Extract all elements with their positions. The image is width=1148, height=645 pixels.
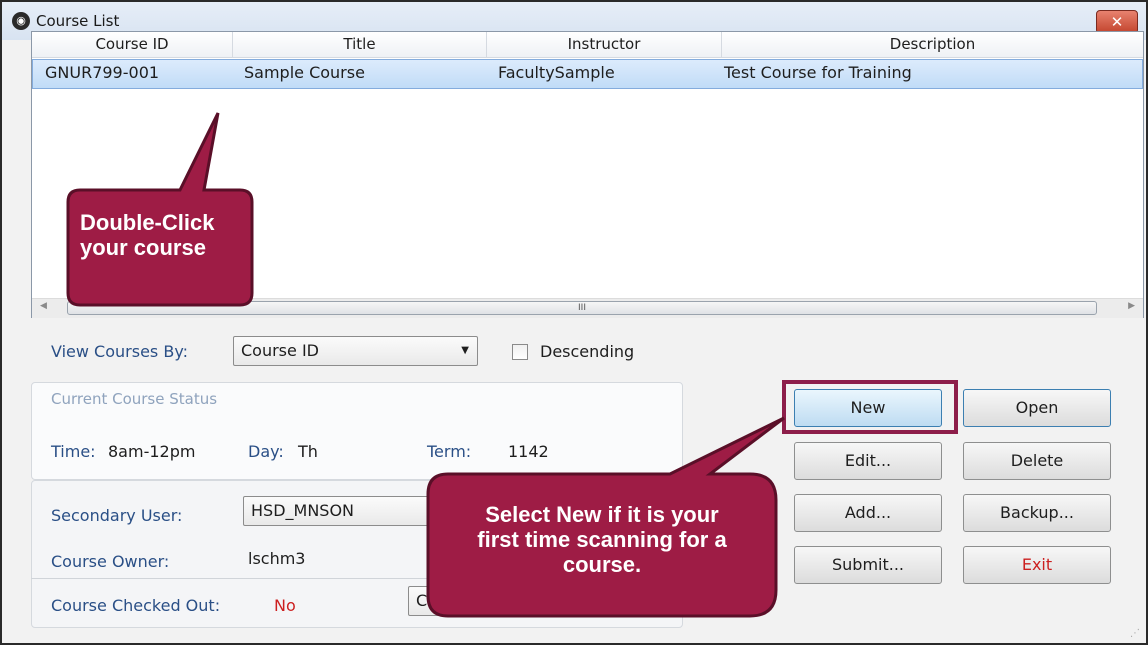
edit-button[interactable]: Edit... bbox=[794, 442, 942, 480]
day-value: Th bbox=[298, 442, 318, 461]
view-courses-by-value: Course ID bbox=[241, 341, 319, 360]
course-checked-out-value: No bbox=[274, 596, 296, 615]
backup-button[interactable]: Backup... bbox=[963, 494, 1111, 532]
cell-description: Test Course for Training bbox=[724, 63, 912, 82]
cell-title: Sample Course bbox=[244, 63, 365, 82]
double-click-callout-text: Double-Click your course bbox=[80, 210, 214, 260]
submit-button[interactable]: Submit... bbox=[794, 546, 942, 584]
cell-course-id: GNUR799-001 bbox=[45, 63, 160, 82]
current-course-status-heading: Current Course Status bbox=[51, 390, 218, 408]
scroll-left-icon[interactable]: ◀ bbox=[40, 301, 47, 311]
column-header-title[interactable]: Title bbox=[233, 32, 487, 58]
descending-label: Descending bbox=[540, 342, 635, 361]
exit-button[interactable]: Exit bbox=[963, 546, 1111, 584]
callout-line: course. bbox=[562, 552, 642, 577]
delete-button[interactable]: Delete bbox=[963, 442, 1111, 480]
descending-checkbox[interactable] bbox=[512, 344, 528, 360]
select-new-callout-text: Select New if it is your first time scan… bbox=[442, 502, 762, 577]
course-checked-out-label: Course Checked Out: bbox=[51, 596, 221, 615]
add-button[interactable]: Add... bbox=[794, 494, 942, 532]
view-courses-by-select[interactable]: Course ID ▼ bbox=[233, 336, 478, 366]
callout-line: Double-Click bbox=[80, 210, 215, 235]
course-owner-value: lschm3 bbox=[248, 549, 306, 568]
app-logo-icon: ◉ bbox=[12, 12, 30, 30]
time-label: Time: bbox=[51, 442, 96, 461]
column-header-course-id[interactable]: Course ID bbox=[32, 32, 233, 58]
callout-line: Select New if it is your bbox=[485, 502, 719, 527]
callout-line: first time scanning for a bbox=[477, 527, 727, 552]
chevron-down-icon: ▼ bbox=[461, 345, 469, 356]
callout-line: your course bbox=[80, 235, 206, 260]
day-label: Day: bbox=[248, 442, 284, 461]
secondary-user-value: HSD_MNSON bbox=[251, 501, 354, 520]
column-header-description[interactable]: Description bbox=[722, 32, 1143, 58]
window-title: Course List bbox=[36, 12, 120, 30]
course-owner-label: Course Owner: bbox=[51, 552, 170, 571]
new-button-highlight bbox=[782, 380, 958, 434]
open-button[interactable]: Open bbox=[963, 389, 1111, 427]
scroll-right-icon[interactable]: ▶ bbox=[1128, 301, 1135, 311]
time-value: 8am-12pm bbox=[108, 442, 196, 461]
resize-grip-icon[interactable]: ⋰ bbox=[1130, 628, 1140, 639]
cell-instructor: FacultySample bbox=[498, 63, 615, 82]
column-header-instructor[interactable]: Instructor bbox=[487, 32, 722, 58]
view-courses-by-label: View Courses By: bbox=[51, 342, 189, 361]
secondary-user-label: Secondary User: bbox=[51, 506, 183, 525]
